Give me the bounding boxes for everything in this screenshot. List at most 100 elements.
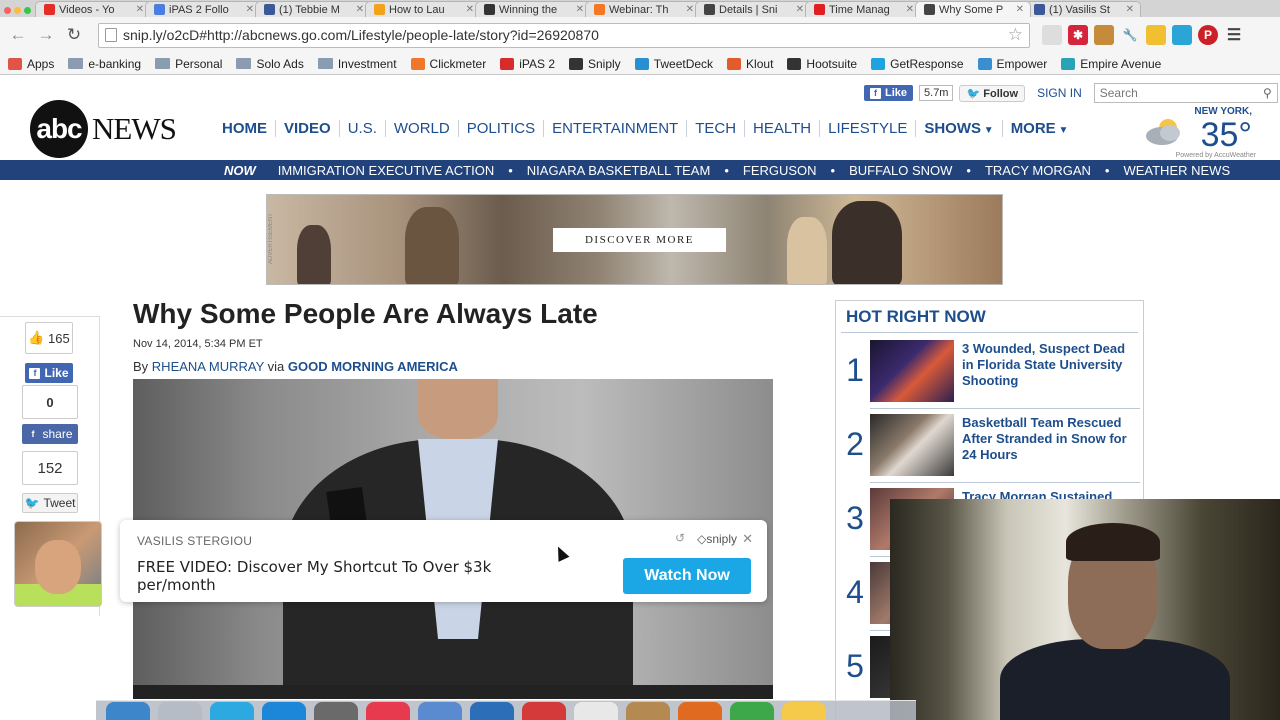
trending-item[interactable]: FERGUSON xyxy=(743,163,817,178)
trending-item[interactable]: TRACY MORGAN xyxy=(985,163,1091,178)
hot-item-thumbnail[interactable] xyxy=(870,340,954,402)
nav-item-entertainment[interactable]: ENTERTAINMENT xyxy=(543,120,686,137)
bookmark-1[interactable]: e-banking xyxy=(68,57,141,71)
tab-close-icon[interactable]: ✕ xyxy=(906,4,914,15)
wrench-icon[interactable]: 🔧 xyxy=(1120,25,1140,45)
discover-more-button[interactable]: DISCOVER MORE xyxy=(553,228,726,252)
extension-brown-icon[interactable] xyxy=(1094,25,1114,45)
tab-close-icon[interactable]: ✕ xyxy=(796,4,804,15)
hot-item-2[interactable]: 2 Basketball Team Rescued After Stranded … xyxy=(836,414,1145,488)
app-gray-icon[interactable] xyxy=(314,702,358,720)
minimize-window-button[interactable] xyxy=(14,6,21,14)
tab-close-icon[interactable]: ✕ xyxy=(576,4,584,15)
search-input[interactable]: Search ⚲ xyxy=(1093,83,1278,103)
bookmark-7[interactable]: Sniply xyxy=(569,57,621,71)
bookmark-5[interactable]: Clickmeter xyxy=(410,57,486,71)
tab-close-icon[interactable]: ✕ xyxy=(1126,4,1134,15)
forward-button[interactable]: → xyxy=(36,25,56,45)
author-link[interactable]: RHEANA MURRAY xyxy=(152,359,264,374)
tab-5[interactable]: Webinar: Th ✕ xyxy=(585,1,701,17)
extension-blue-icon[interactable] xyxy=(1172,25,1192,45)
tab-2[interactable]: (1) Tebbie M ✕ xyxy=(255,1,371,17)
app-blue-icon[interactable] xyxy=(210,702,254,720)
bookmark-12[interactable]: Empower xyxy=(977,57,1047,71)
bookmark-3[interactable]: Solo Ads xyxy=(236,57,304,71)
nav-item-home[interactable]: HOME xyxy=(222,120,275,137)
tab-4[interactable]: Winning the ✕ xyxy=(475,1,591,17)
watch-now-button[interactable]: Watch Now xyxy=(623,558,751,594)
nav-item-lifestyle[interactable]: LIFESTYLE xyxy=(819,120,915,137)
zoom-window-button[interactable] xyxy=(24,6,31,14)
tweet-button[interactable]: 🐦 Tweet xyxy=(22,493,78,513)
tab-close-icon[interactable]: ✕ xyxy=(356,4,364,15)
notes-icon[interactable] xyxy=(574,702,618,720)
close-window-button[interactable] xyxy=(4,6,11,14)
tab-6[interactable]: Details | Sni ✕ xyxy=(695,1,811,17)
tab-8[interactable]: Why Some P ✕ xyxy=(915,1,1031,17)
hot-item-title[interactable]: 3 Wounded, Suspect Dead in Florida State… xyxy=(962,341,1132,389)
photoshop-icon[interactable] xyxy=(470,702,514,720)
preview-icon[interactable] xyxy=(418,702,462,720)
nav-item-politics[interactable]: POLITICS xyxy=(457,120,543,137)
tab-1[interactable]: iPAS 2 Follo ✕ xyxy=(145,1,261,17)
bookmark-2[interactable]: Personal xyxy=(155,57,222,71)
twitter-follow-button[interactable]: 🐦 Follow xyxy=(959,84,1026,102)
facebook-like-button[interactable]: f Like xyxy=(864,85,914,101)
trending-item[interactable]: IMMIGRATION EXECUTIVE ACTION xyxy=(278,163,494,178)
nav-item-world[interactable]: WORLD xyxy=(384,120,458,137)
tab-close-icon[interactable]: ✕ xyxy=(1016,4,1024,15)
tab-0[interactable]: Videos - Yo ✕ xyxy=(35,1,151,17)
tab-close-icon[interactable]: ✕ xyxy=(686,4,694,15)
address-bar[interactable]: snip.ly/o2cD#http://abcnews.go.com/Lifes… xyxy=(98,22,1030,48)
nav-item-health[interactable]: HEALTH xyxy=(744,120,819,137)
facebook-like-button-side[interactable]: f Like xyxy=(25,363,73,383)
nav-item-video[interactable]: VIDEO xyxy=(275,120,339,137)
tab-close-icon[interactable]: ✕ xyxy=(246,4,254,15)
tab-3[interactable]: How to Lau ✕ xyxy=(365,1,481,17)
tab-close-icon[interactable]: ✕ xyxy=(136,4,144,15)
nav-item-tech[interactable]: TECH xyxy=(686,120,744,137)
likes-counter[interactable]: 👍 165 xyxy=(25,322,73,354)
close-icon[interactable]: ✕ xyxy=(742,531,753,547)
nav-item-more[interactable]: MORE ▼ xyxy=(1001,120,1077,137)
bookmark-9[interactable]: Klout xyxy=(727,57,773,71)
bookmark-11[interactable]: GetResponse xyxy=(871,57,964,71)
bookmark-8[interactable]: TweetDeck xyxy=(634,57,713,71)
pinterest-icon[interactable]: P xyxy=(1198,25,1218,45)
tab-9[interactable]: (1) Vasilis St ✕ xyxy=(1025,1,1141,17)
itunes-icon[interactable] xyxy=(366,702,410,720)
menu-icon[interactable]: ☰ xyxy=(1224,25,1244,45)
trending-item[interactable]: BUFFALO SNOW xyxy=(849,163,952,178)
trending-item[interactable]: NIAGARA BASKETBALL TEAM xyxy=(527,163,711,178)
safari-icon[interactable] xyxy=(158,702,202,720)
search-icon[interactable]: ⚲ xyxy=(1263,86,1272,100)
extension-red-icon[interactable]: ✱ xyxy=(1068,25,1088,45)
back-button[interactable]: ← xyxy=(8,25,28,45)
refresh-icon[interactable]: ↺ xyxy=(675,531,685,545)
sniply-message[interactable]: FREE VIDEO: Discover My Shortcut To Over… xyxy=(137,558,557,594)
sniply-logo[interactable]: ◇sniply xyxy=(697,532,737,546)
source-link[interactable]: GOOD MORNING AMERICA xyxy=(288,359,458,374)
hot-item-thumbnail[interactable] xyxy=(870,414,954,476)
bookmark-0[interactable]: Apps xyxy=(8,57,54,71)
app-yellow-icon[interactable] xyxy=(782,702,826,720)
bookmark-6[interactable]: iPAS 2 xyxy=(500,57,555,71)
nav-item-shows[interactable]: SHOWS ▼ xyxy=(915,120,1001,137)
advertisement-banner[interactable]: DISCOVER MORE xyxy=(266,194,1003,285)
trending-item[interactable]: WEATHER NEWS xyxy=(1123,163,1230,178)
bookmark-star-icon[interactable]: ☆ xyxy=(1008,25,1023,45)
skype-icon[interactable] xyxy=(262,702,306,720)
facebook-share-button[interactable]: f share xyxy=(22,424,78,444)
chrome-icon[interactable] xyxy=(730,702,774,720)
tab-close-icon[interactable]: ✕ xyxy=(466,4,474,15)
abc-news-logo[interactable]: abc NEWS xyxy=(30,100,177,158)
app-brown-icon[interactable] xyxy=(626,702,670,720)
bookmark-13[interactable]: Empire Avenue xyxy=(1061,57,1161,71)
sign-in-link[interactable]: SIGN IN xyxy=(1037,86,1082,100)
extension-gray-icon[interactable] xyxy=(1042,25,1062,45)
extension-yellow-icon[interactable] xyxy=(1146,25,1166,45)
bookmark-10[interactable]: Hootsuite xyxy=(787,57,857,71)
firefox-icon[interactable] xyxy=(678,702,722,720)
hot-item-1[interactable]: 1 3 Wounded, Suspect Dead in Florida Stat… xyxy=(836,340,1145,414)
weather-widget[interactable]: NEW YORK, 35° Powered by AccuWeather xyxy=(1140,104,1270,160)
